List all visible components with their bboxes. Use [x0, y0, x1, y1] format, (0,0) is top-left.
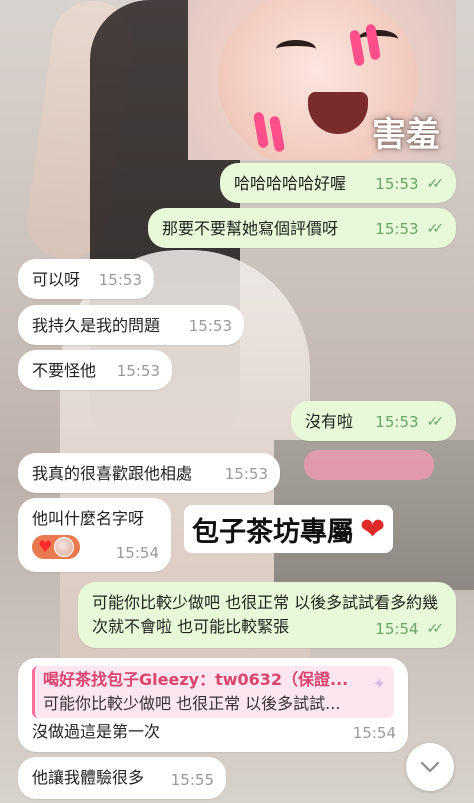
message-meta: 15:53	[117, 359, 160, 383]
message-meta: 15:53 ✓✓	[375, 217, 444, 241]
quoted-text: 可能你比較少做吧 也很正常 以後多試試...	[43, 694, 341, 713]
message-text: 他讓我體驗很多	[32, 768, 145, 787]
message-bubble-incoming[interactable]: 喝好茶找包子Gleezy：tw0632（保證... 可能你比較少做吧 也很正常 …	[18, 658, 408, 752]
message-text: 可以呀	[32, 270, 81, 289]
message-meta: 15:53 ✓✓	[375, 410, 444, 434]
double-check-icon: ✓✓	[426, 414, 445, 430]
message-time: 15:53	[188, 317, 232, 335]
message-text: 哈哈哈哈哈好喔	[234, 174, 347, 193]
message-time: 15:54	[375, 620, 419, 638]
message-meta: 15:53 ✓✓	[375, 172, 444, 196]
message-time: 15:54	[352, 724, 396, 742]
message-bubble-outgoing[interactable]: 可能你比較少做吧 也很正常 以後多試試看多約幾次就不會啦 也可能比較緊張 15:…	[78, 582, 456, 648]
quoted-sender-name: 喝好茶找包子Gleezy：tw0632（保證...	[43, 670, 349, 689]
message-time: 15:53	[98, 271, 142, 289]
sparkle-icon: ✦	[372, 674, 386, 693]
message-time: 15:53	[375, 175, 419, 193]
message-time: 15:53	[116, 362, 160, 380]
message-bubble-incoming[interactable]: 不要怪他 15:53	[18, 350, 172, 390]
message-bubble-incoming[interactable]: 他叫什麼名字呀 ♥ 15:54	[18, 498, 171, 572]
message-text: 那要不要幫她寫個評價呀	[162, 219, 339, 238]
message-meta: 15:53	[99, 268, 142, 292]
message-meta: 15:55	[171, 768, 214, 792]
message-text: 我真的很喜歡跟他相處	[32, 464, 193, 483]
scroll-to-bottom-button[interactable]	[406, 743, 454, 791]
message-meta: 15:53	[225, 462, 268, 486]
chevron-down-icon	[420, 761, 440, 773]
sticker-eye-left	[276, 40, 316, 58]
message-text: 他叫什麼名字呀	[32, 509, 145, 528]
message-time: 15:53	[224, 465, 268, 483]
message-text: 我持久是我的問題	[32, 316, 161, 335]
message-text: 沒做過這是第一次	[32, 722, 161, 741]
message-time: 15:53	[375, 220, 419, 238]
message-bubble-incoming[interactable]: 可以呀 15:53	[18, 259, 154, 299]
double-check-icon: ✓✓	[426, 621, 445, 637]
message-bubble-incoming[interactable]: 我持久是我的問題 15:53	[18, 305, 244, 345]
message-meta: 15:54	[116, 541, 159, 565]
message-time: 15:54	[115, 544, 159, 562]
message-bubble-incoming[interactable]: 他讓我體驗很多 15:55	[18, 757, 226, 799]
sticker-caption: 害羞	[372, 115, 440, 155]
message-bubble-incoming[interactable]: 我真的很喜歡跟他相處 15:53	[18, 453, 280, 493]
avatar	[54, 537, 75, 557]
message-bubble-outgoing[interactable]: 那要不要幫她寫個評價呀 15:53 ✓✓	[148, 208, 456, 248]
message-bubble-outgoing[interactable]: 哈哈哈哈哈好喔 15:53 ✓✓	[220, 163, 456, 203]
sticker-image[interactable]: 害羞	[188, 0, 456, 160]
reaction-chip[interactable]: ♥	[32, 535, 81, 559]
heart-icon: ♥	[38, 537, 53, 556]
overlay-label: 包子茶坊專屬 ❤	[184, 505, 394, 553]
message-meta: 15:54	[353, 721, 396, 745]
overlay-label-text: 包子茶坊專屬	[192, 516, 354, 548]
message-meta: 15:53	[189, 314, 232, 338]
background-photo-brush	[304, 450, 434, 480]
message-bubble-outgoing[interactable]: 沒有啦 15:53 ✓✓	[291, 401, 456, 441]
double-check-icon: ✓✓	[426, 221, 445, 237]
double-check-icon: ✓✓	[426, 176, 445, 192]
message-text: 沒有啦	[305, 412, 354, 431]
message-time: 15:55	[170, 771, 214, 789]
quoted-message[interactable]: 喝好茶找包子Gleezy：tw0632（保證... 可能你比較少做吧 也很正常 …	[32, 666, 394, 718]
heart-icon: ❤	[360, 511, 386, 547]
message-time: 15:53	[375, 413, 419, 431]
message-meta: 15:54 ✓✓	[375, 617, 444, 641]
message-text: 不要怪他	[32, 361, 97, 380]
